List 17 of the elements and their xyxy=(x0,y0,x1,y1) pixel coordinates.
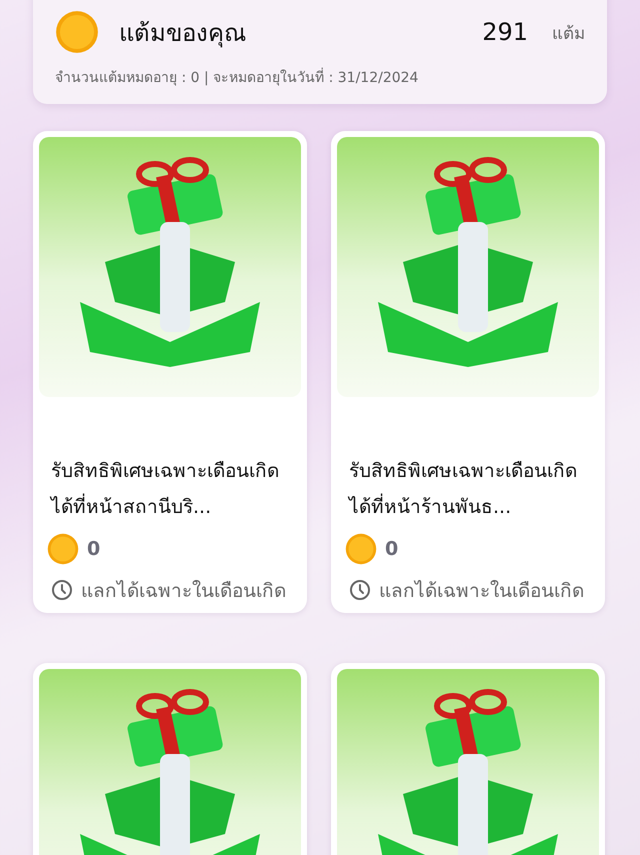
points-value: 291 xyxy=(482,18,528,46)
points-title: แต้มของคุณ xyxy=(119,18,247,50)
clock-icon xyxy=(349,579,371,601)
reward-title: รับสิทธิพิเศษเฉพาะเดือนเกิดได้ที่หน้าสถานีบริ... xyxy=(51,459,280,520)
coin-icon xyxy=(55,10,99,54)
coin-icon xyxy=(345,533,377,565)
reward-note: แลกได้เฉพาะในเดือนเกิด xyxy=(81,579,286,604)
points-unit: แต้ม xyxy=(552,22,585,46)
expiry-text: จำนวนแต้มหมดอายุ : 0 | จะหมดอายุในวันที่ : 31/12/2024 xyxy=(55,66,585,88)
reward-cost: 0 xyxy=(87,538,100,560)
reward-card[interactable]: รับสิทธิพิเศษเฉพาะเดือนเกิดได้ที่หน้าสถานีบริ... 0 แลกได้เฉพาะในเดือนเกิด xyxy=(33,131,307,613)
reward-title: รับสิทธิพิเศษเฉพาะเดือนเกิดได้ที่หน้าร้านพันธ... xyxy=(349,459,578,520)
reward-note: แลกได้เฉพาะในเดือนเกิด xyxy=(379,579,584,604)
reward-cost: 0 xyxy=(385,538,398,560)
coin-icon xyxy=(47,533,79,565)
reward-card[interactable]: รับสิทธิพิเศษเฉพาะเดือนเกิดได้ที่หน้าร้านพันธ... 0 แลกได้เฉพาะในเดือนเกิด xyxy=(331,131,605,613)
clock-icon xyxy=(51,579,73,601)
